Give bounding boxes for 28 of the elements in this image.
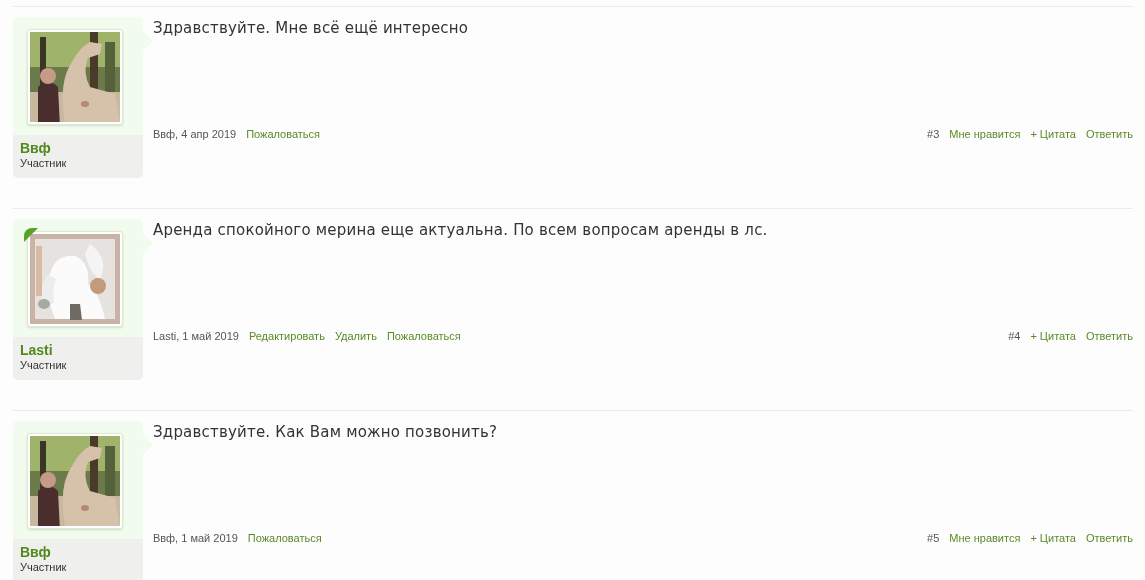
post-byline: Lasti, 1 май 2019 (153, 329, 239, 343)
username-link[interactable]: Ввф (20, 543, 143, 561)
user-role: Участник (20, 359, 68, 372)
post-number: #4 (1008, 329, 1021, 343)
post-byline: Ввф, 1 май 2019 (153, 531, 238, 545)
message-text: Здравствуйте. Мне всё ещё интересно (153, 18, 470, 38)
action-link[interactable]: Ответить (1085, 531, 1133, 545)
action-link[interactable]: Редактировать (248, 329, 325, 343)
user-role: Участник (20, 561, 68, 574)
action-link[interactable]: Ответить (1085, 329, 1133, 343)
action-link[interactable]: Пожаловаться (247, 531, 322, 545)
action-link[interactable]: Мне нравится (949, 531, 1021, 545)
user-role: Участник (20, 157, 68, 170)
post-number: #3 (927, 127, 940, 141)
action-link[interactable]: Пожаловаться (246, 127, 320, 141)
post-number: #5 (927, 531, 940, 545)
username-link[interactable]: Lasti (20, 341, 143, 359)
action-link[interactable]: + Цитата (1030, 127, 1076, 141)
username-link[interactable]: Ввф (20, 139, 143, 157)
message-text: Здравствуйте. Как Вам можно позвонить? (153, 422, 499, 442)
message-text: Аренда спокойного мерина еще актуальна. По всем вопросам аренды в лс. (153, 220, 769, 240)
action-link[interactable]: Пожаловаться (386, 329, 461, 343)
action-link[interactable]: Мне нравится (949, 127, 1021, 141)
action-link[interactable]: + Цитата (1030, 329, 1076, 343)
post-byline: Ввф, 4 апр 2019 (153, 127, 237, 141)
action-link[interactable]: Ответить (1085, 127, 1133, 141)
action-link[interactable]: + Цитата (1030, 531, 1076, 545)
action-link[interactable]: Удалить (334, 329, 377, 343)
